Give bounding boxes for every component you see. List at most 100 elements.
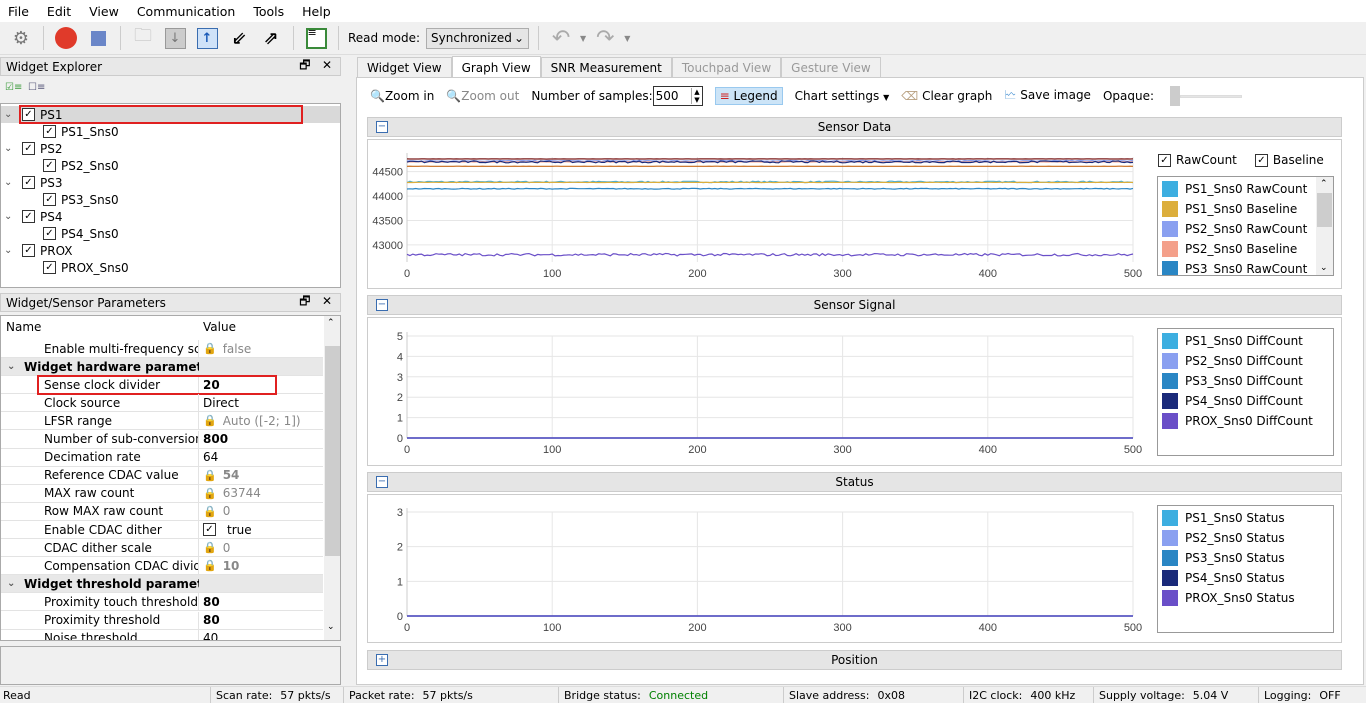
param-value[interactable]: 🔒 54 — [199, 468, 239, 482]
sensor-signal-section-header[interactable]: − Sensor Signal — [367, 295, 1342, 315]
param-row[interactable]: Compensation CDAC divider 🔒 10 — [1, 557, 323, 576]
param-row[interactable]: Enable CDAC dither ✓ true — [1, 521, 323, 539]
tab-widget-view[interactable]: Widget View — [357, 57, 452, 78]
open-folder-icon[interactable]: 🗀 — [130, 25, 156, 51]
scroll-thumb[interactable] — [1317, 193, 1332, 227]
chevron-down-icon[interactable]: ⌄ — [4, 245, 22, 256]
checkbox[interactable]: ✓ — [22, 210, 35, 223]
tree-item-prox_sns0[interactable]: ✓ PROX_Sns0 — [43, 259, 129, 276]
param-group[interactable]: ⌄ Widget threshold parameters — [1, 575, 323, 594]
log-icon[interactable]: ≡ — [303, 25, 329, 51]
chevron-down-icon[interactable]: ⌄ — [7, 578, 15, 589]
disconnect-icon[interactable] — [53, 25, 79, 51]
param-row[interactable]: Proximity touch threshold 80 — [1, 593, 323, 612]
undo-dropdown-icon[interactable]: ▼ — [580, 34, 586, 43]
tree-item-ps1[interactable]: ⌄ ✓ PS1 — [1, 105, 340, 124]
param-row[interactable]: Decimation rate 64 — [1, 448, 323, 467]
param-row[interactable]: Reference CDAC value 🔒 54 — [1, 466, 323, 485]
collapse-icon[interactable]: − — [376, 121, 388, 133]
checkbox[interactable]: ✓ — [43, 125, 56, 138]
params-scrollbar[interactable]: ⌃ ⌄ — [324, 316, 340, 640]
gear-icon[interactable]: ⚙ — [8, 25, 34, 51]
menu-tools[interactable]: Tools — [253, 4, 284, 19]
param-row[interactable]: Row MAX raw count 🔒 0 — [1, 502, 323, 521]
legend-item[interactable]: PS2_Sns0 DiffCount — [1158, 351, 1333, 371]
param-row[interactable]: Number of sub-conversions 800 — [1, 430, 323, 449]
tab-touchpad-view[interactable]: Touchpad View — [671, 57, 782, 78]
legend-item[interactable]: PS4_Sns0 Status — [1158, 568, 1333, 588]
param-row[interactable]: Sense clock divider 20 — [1, 375, 323, 396]
param-group[interactable]: ⌄ Widget hardware parameters — [1, 358, 323, 377]
tab-snr-measurement[interactable]: SNR Measurement — [540, 57, 672, 78]
param-value[interactable]: 🔒 0 — [199, 504, 230, 518]
param-value[interactable]: 🔒 0 — [199, 541, 230, 555]
tree-item-ps3_sns0[interactable]: ✓ PS3_Sns0 — [43, 191, 119, 208]
param-value[interactable]: 64 — [199, 450, 218, 464]
opacity-slider[interactable] — [1166, 86, 1246, 106]
float-icon[interactable]: 🗗 — [299, 58, 310, 72]
menu-file[interactable]: File — [8, 4, 29, 19]
legend-item[interactable]: PS3_Sns0 DiffCount — [1158, 371, 1333, 391]
scroll-up-icon[interactable]: ⌃ — [1320, 179, 1328, 189]
sensor-data-section-header[interactable]: − Sensor Data — [367, 117, 1342, 137]
legend-item[interactable]: PS2_Sns0 RawCount — [1158, 219, 1333, 239]
param-value[interactable]: ✓ true — [199, 523, 252, 537]
param-value[interactable]: 80 — [199, 595, 220, 609]
read-mode-select[interactable]: Synchronized ⌄ — [426, 27, 530, 49]
chevron-down-icon[interactable]: ⌄ — [4, 177, 22, 188]
scroll-thumb[interactable] — [325, 346, 340, 556]
checkbox[interactable]: ✓ — [203, 523, 216, 536]
chevron-down-icon[interactable]: ⌄ — [4, 211, 22, 222]
param-value[interactable]: Direct — [199, 396, 239, 410]
tree-item-ps2[interactable]: ⌄ ✓ PS2 — [4, 140, 63, 157]
filter-rawcount[interactable]: ✓ RawCount — [1158, 153, 1237, 167]
menu-edit[interactable]: Edit — [47, 4, 71, 19]
param-value[interactable]: 🔒 63744 — [199, 486, 261, 500]
param-value[interactable]: 🔒 false — [199, 342, 251, 356]
menu-help[interactable]: Help — [302, 4, 331, 19]
param-value[interactable]: 🔒 10 — [199, 559, 239, 573]
upload-icon[interactable]: ↑ — [194, 25, 220, 51]
param-row[interactable]: LFSR range 🔒 Auto ([-2; 1]) — [1, 412, 323, 431]
legend-item[interactable]: PS1_Sns0 Baseline — [1158, 199, 1333, 219]
check-all-icon[interactable]: ☑≡ — [5, 82, 22, 93]
scroll-down-icon[interactable]: ⌄ — [1320, 263, 1328, 273]
param-row[interactable]: CDAC dither scale 🔒 0 — [1, 539, 323, 558]
legend-item[interactable]: PROX_Sns0 Status — [1158, 588, 1333, 608]
expand-icon[interactable]: + — [376, 654, 388, 666]
save-image-button[interactable]: 🗠 Save image — [1004, 86, 1091, 107]
close-icon[interactable]: ✕ — [322, 58, 332, 72]
checkbox[interactable]: ✓ — [43, 193, 56, 206]
param-value[interactable]: 80 — [199, 613, 220, 627]
close-icon[interactable]: ✕ — [322, 294, 332, 308]
param-row[interactable]: MAX raw count 🔒 63744 — [1, 484, 323, 503]
tree-item-ps4_sns0[interactable]: ✓ PS4_Sns0 — [43, 225, 119, 242]
param-row[interactable]: Proximity threshold 80 — [1, 611, 323, 630]
legend-item[interactable]: PS4_Sns0 DiffCount — [1158, 391, 1333, 411]
legend-item[interactable]: PS2_Sns0 Baseline — [1158, 239, 1333, 259]
export-icon[interactable]: ⇗ — [258, 25, 284, 51]
spin-arrows-icon[interactable]: ▲ ▼ — [691, 88, 701, 104]
collapse-icon[interactable]: − — [376, 476, 388, 488]
param-row[interactable]: Enable multi-frequency scan 🔒 false — [1, 340, 323, 358]
param-value[interactable]: 800 — [199, 432, 228, 446]
scroll-down-icon[interactable]: ⌄ — [327, 622, 335, 632]
import-icon[interactable]: ⇙ — [226, 25, 252, 51]
tab-graph-view[interactable]: Graph View — [451, 56, 541, 78]
float-icon[interactable]: 🗗 — [299, 294, 310, 308]
redo-icon[interactable]: ↷ — [592, 25, 618, 51]
checkbox[interactable]: ✓ — [22, 142, 35, 155]
checkbox[interactable]: ✓ — [43, 227, 56, 240]
undo-icon[interactable]: ↶ — [548, 25, 574, 51]
menu-view[interactable]: View — [89, 4, 119, 19]
legend-item[interactable]: PS1_Sns0 RawCount — [1158, 179, 1333, 199]
legend-item[interactable]: PS1_Sns0 DiffCount — [1158, 331, 1333, 351]
checkbox[interactable]: ✓ — [1254, 153, 1268, 167]
legend-scrollbar[interactable]: ⌃ ⌄ — [1316, 177, 1333, 275]
samples-spinbox[interactable]: 500 ▲ ▼ — [652, 86, 703, 106]
clear-graph-button[interactable]: ⌫ Clear graph — [901, 89, 992, 103]
checkbox[interactable]: ✓ — [22, 176, 35, 189]
filter-baseline[interactable]: ✓ Baseline — [1254, 153, 1324, 167]
scroll-up-icon[interactable]: ⌃ — [327, 318, 335, 328]
checkbox[interactable]: ✓ — [43, 159, 56, 172]
